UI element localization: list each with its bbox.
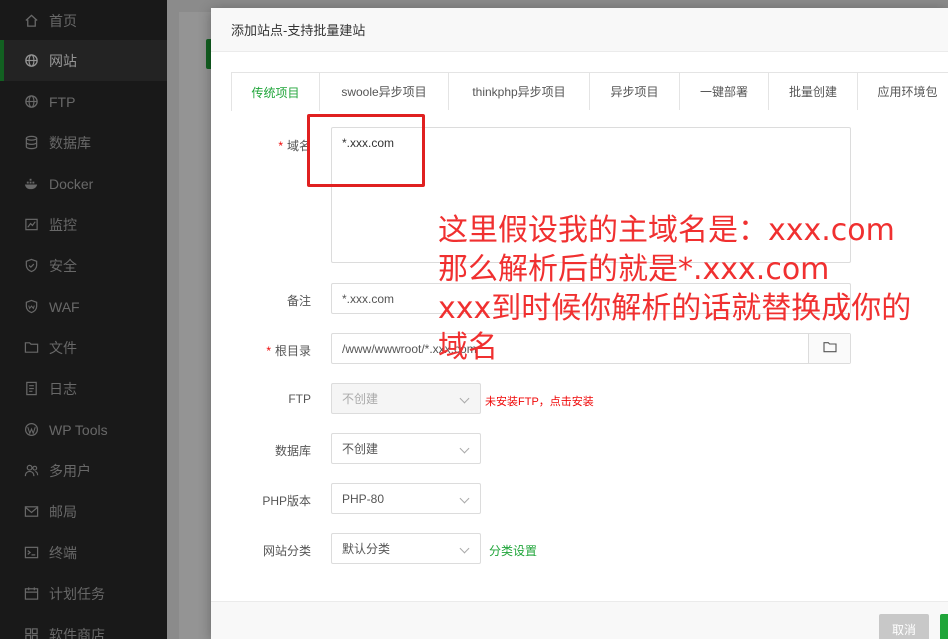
home-icon [22,12,40,30]
tab-async[interactable]: 异步项目 [590,72,680,110]
terminal-icon [22,544,40,562]
annotation-text: 这里假设我的主域名是：xxx.com 那么解析后的就是*.xxx.com xxx… [438,213,912,365]
sidebar-item-security[interactable]: 安全 [0,245,167,286]
sidebar-item-website[interactable]: 网站 [0,40,167,81]
shield-icon [22,257,40,275]
ftp-label: FTP [288,392,311,406]
ftp-install-hint[interactable]: 未安装FTP，点击安装 [485,393,594,409]
database-icon [22,134,40,152]
tab-traditional[interactable]: 传统项目 [231,72,320,111]
monitor-icon [22,216,40,234]
sidebar-item-label: WAF [49,298,80,315]
sidebar-item-label: 网站 [49,52,77,69]
tab-app-env[interactable]: 应用环境包 [858,72,948,110]
sidebar-item-monitor[interactable]: 监控 [0,204,167,245]
php-version-select[interactable]: PHP-80 [331,483,481,514]
sidebar-item-terminal[interactable]: 终端 [0,532,167,573]
globe-icon [22,52,40,70]
sidebar: 首页 网站 FTP 数据库 Docker 监控 安全 WAF 文件 日志 WP … [0,0,167,639]
sidebar-item-logs[interactable]: 日志 [0,368,167,409]
tab-one-click-deploy[interactable]: 一键部署 [680,72,769,110]
sidebar-item-label: Docker [49,175,94,192]
tab-swoole[interactable]: swoole异步项目 [320,72,449,110]
modal-title: 添加站点-支持批量建站 [231,23,366,38]
globe-icon [22,93,40,111]
wordpress-icon [22,421,40,439]
sidebar-item-waf[interactable]: WAF [0,286,167,327]
users-icon [22,462,40,480]
sidebar-item-label: 计划任务 [49,585,105,602]
log-icon [22,380,40,398]
mail-icon [22,503,40,521]
sidebar-item-multi-user[interactable]: 多用户 [0,450,167,491]
sidebar-item-label: 文件 [49,339,77,356]
sidebar-item-label: 数据库 [49,134,91,151]
ftp-select[interactable]: 不创建 [331,383,481,414]
sidebar-item-label: 监控 [49,216,77,233]
domain-label: * 域名 [278,139,311,153]
sidebar-item-ftp[interactable]: FTP [0,81,167,122]
remark-label: 备注 [286,294,311,308]
root-dir-label: * 根目录 [266,344,311,358]
sidebar-item-cron[interactable]: 计划任务 [0,573,167,614]
sidebar-item-label: 首页 [49,12,77,29]
modal-footer: 取消 [211,601,948,639]
tab-batch-create[interactable]: 批量创建 [769,72,858,110]
php-version-label: PHP版本 [262,494,311,508]
chevron-down-icon [459,543,470,554]
calendar-icon [22,585,40,603]
sidebar-item-label: WP Tools [49,421,108,438]
modal-header: 添加站点-支持批量建站 [211,8,948,52]
sidebar-item-label: 安全 [49,257,77,274]
sidebar-item-label: 终端 [49,544,77,561]
sidebar-item-docker[interactable]: Docker [0,163,167,204]
database-label: 数据库 [274,444,311,458]
docker-icon [22,175,40,193]
sidebar-item-home[interactable]: 首页 [0,0,167,41]
site-category-label: 网站分类 [262,544,311,558]
sidebar-item-label: 邮局 [49,503,77,520]
annotation-highlight-box [307,114,425,187]
folder-icon [22,339,40,357]
site-category-select[interactable]: 默认分类 [331,533,481,564]
sidebar-item-store[interactable]: 软件商店 [0,614,167,639]
sidebar-item-label: 软件商店 [49,626,105,639]
waf-shield-icon [22,298,40,316]
tab-thinkphp[interactable]: thinkphp异步项目 [449,72,590,110]
sidebar-item-database[interactable]: 数据库 [0,122,167,163]
chevron-down-icon [459,443,470,454]
sidebar-item-mail[interactable]: 邮局 [0,491,167,532]
sidebar-item-label: FTP [49,93,76,110]
sidebar-item-files[interactable]: 文件 [0,327,167,368]
confirm-button[interactable] [940,614,948,639]
sidebar-item-label: 日志 [49,380,77,397]
chevron-down-icon [459,393,470,404]
chevron-down-icon [459,493,470,504]
sidebar-item-wp-tools[interactable]: WP Tools [0,409,167,450]
store-icon [22,626,40,639]
project-tabs: 传统项目 swoole异步项目 thinkphp异步项目 异步项目 一键部署 批… [231,72,948,111]
sidebar-item-label: 多用户 [49,462,91,479]
category-settings-link[interactable]: 分类设置 [489,542,537,559]
database-select[interactable]: 不创建 [331,433,481,464]
cancel-button[interactable]: 取消 [879,614,929,639]
